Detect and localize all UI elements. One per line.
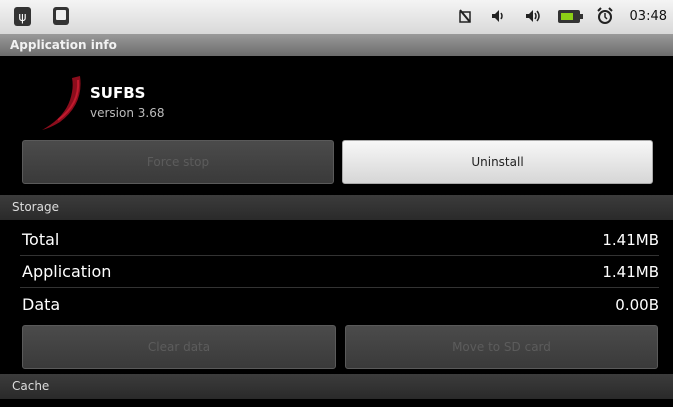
row-label: Application — [22, 262, 112, 281]
sd-card-icon — [53, 7, 69, 25]
divider — [20, 255, 659, 256]
system-icons: 03:48 — [456, 6, 667, 26]
app-icon — [40, 74, 86, 134]
clear-data-button[interactable]: Clear data — [22, 325, 336, 369]
cache-section-header: Cache — [0, 374, 673, 399]
divider — [20, 287, 659, 288]
move-to-sd-button[interactable]: Move to SD card — [345, 325, 658, 369]
status-bar: ψ 03:48 — [0, 0, 673, 34]
row-label: Total — [22, 230, 60, 249]
row-value: 0.00B — [615, 296, 659, 314]
no-signal-icon — [456, 6, 474, 26]
screen: ψ 03:48 Application info SUFBS version 3… — [0, 0, 673, 407]
row-value: 1.41MB — [602, 231, 659, 249]
row-label: Data — [22, 295, 61, 314]
app-name: SUFBS — [90, 84, 146, 102]
storage-row-total: Total 1.41MB — [0, 226, 673, 256]
storage-row-data: Data 0.00B — [0, 291, 673, 321]
app-version: version 3.68 — [90, 106, 165, 120]
clock: 03:48 — [629, 8, 667, 24]
alarm-clock-icon — [596, 6, 614, 26]
force-stop-button[interactable]: Force stop — [22, 140, 334, 184]
usb-icon: ψ — [14, 7, 31, 26]
storage-row-application: Application 1.41MB — [0, 258, 673, 288]
notification-icons: ψ — [14, 7, 69, 26]
page-title: Application info — [0, 34, 673, 56]
uninstall-button[interactable]: Uninstall — [342, 140, 653, 184]
row-value: 1.41MB — [602, 263, 659, 281]
storage-section-header: Storage — [0, 195, 673, 220]
battery-icon — [557, 9, 583, 23]
volume-icon — [490, 6, 508, 26]
volume-icon-2 — [524, 6, 542, 26]
